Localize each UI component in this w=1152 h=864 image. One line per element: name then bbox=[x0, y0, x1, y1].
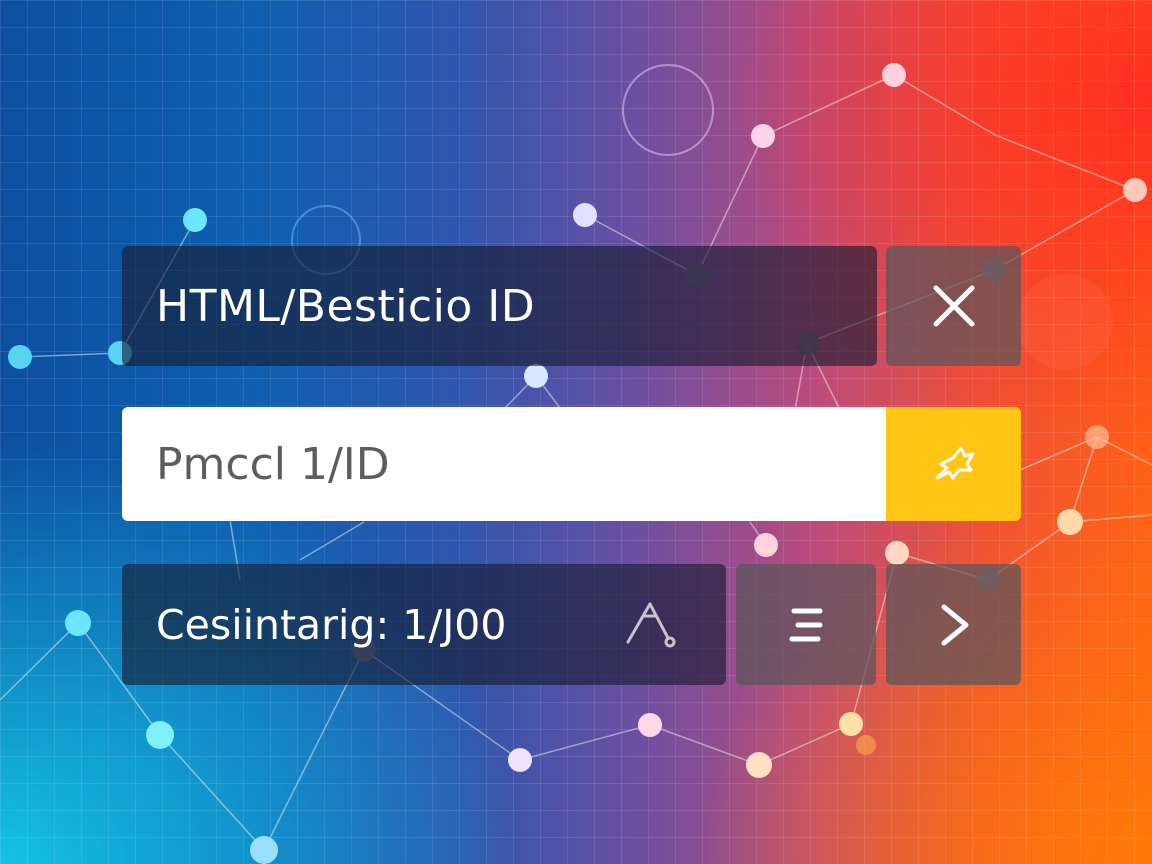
menu-icon bbox=[786, 605, 826, 645]
close-icon bbox=[930, 282, 978, 330]
close-button[interactable] bbox=[886, 246, 1021, 366]
next-button[interactable] bbox=[886, 564, 1021, 685]
chevron-right-icon bbox=[936, 601, 972, 649]
status-label: Cesiintarig: 1/J00 bbox=[156, 600, 507, 649]
title-bar: HTML/Besticio ID bbox=[122, 246, 877, 366]
pin-icon bbox=[931, 444, 977, 484]
status-bar: Cesiintarig: 1/J00 bbox=[122, 564, 726, 685]
pin-button[interactable] bbox=[886, 407, 1021, 521]
search-input-value: Pmccl 1/ID bbox=[156, 438, 390, 490]
search-input[interactable]: Pmccl 1/ID bbox=[122, 407, 886, 521]
window-title: HTML/Besticio ID bbox=[156, 280, 536, 332]
menu-button[interactable] bbox=[736, 564, 876, 685]
scissors-icon[interactable] bbox=[622, 598, 678, 650]
